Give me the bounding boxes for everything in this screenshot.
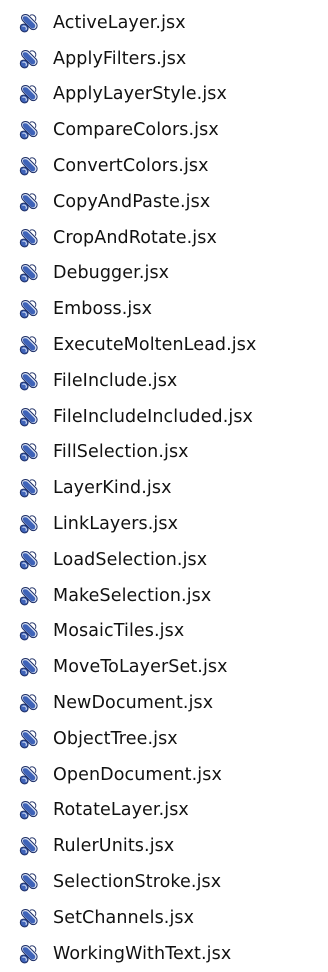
file-list-item[interactable]: MosaicTiles.jsx <box>0 614 328 650</box>
file-name-label: Emboss.jsx <box>53 299 153 320</box>
file-name-label: SelectionStroke.jsx <box>53 872 222 893</box>
script-scroll-icon <box>18 298 40 320</box>
file-name-label: RotateLayer.jsx <box>53 800 189 821</box>
file-list-item[interactable]: ExecuteMoltenLead.jsx <box>0 327 328 363</box>
script-scroll-icon <box>18 585 40 607</box>
script-scroll-icon <box>18 12 40 34</box>
file-name-label: NewDocument.jsx <box>53 693 214 714</box>
file-list-item[interactable]: LayerKind.jsx <box>0 470 328 506</box>
file-list-item[interactable]: ApplyFilters.jsx <box>0 41 328 77</box>
script-scroll-icon <box>18 370 40 392</box>
file-name-label: CropAndRotate.jsx <box>53 227 217 248</box>
file-list-item[interactable]: RotateLayer.jsx <box>0 793 328 829</box>
script-scroll-icon <box>18 191 40 213</box>
file-list-item[interactable]: Debugger.jsx <box>0 256 328 292</box>
script-scroll-icon <box>18 334 40 356</box>
file-list-item[interactable]: ConvertColors.jsx <box>0 148 328 184</box>
script-scroll-icon <box>18 728 40 750</box>
file-list-item[interactable]: ObjectTree.jsx <box>0 721 328 757</box>
script-scroll-icon <box>18 227 40 249</box>
file-name-label: CompareColors.jsx <box>53 120 219 141</box>
file-list-item[interactable]: SetChannels.jsx <box>0 900 328 936</box>
script-scroll-icon <box>18 549 40 571</box>
file-list-item[interactable]: LinkLayers.jsx <box>0 506 328 542</box>
script-scroll-icon <box>18 119 40 141</box>
script-scroll-icon <box>18 692 40 714</box>
file-name-label: ApplyLayerStyle.jsx <box>53 84 227 105</box>
file-name-label: MoveToLayerSet.jsx <box>53 657 228 678</box>
file-name-label: LinkLayers.jsx <box>53 514 179 535</box>
script-scroll-icon <box>18 406 40 428</box>
file-name-label: CopyAndPaste.jsx <box>53 191 211 212</box>
script-scroll-icon <box>18 943 40 965</box>
file-list-item[interactable]: ApplyLayerStyle.jsx <box>0 77 328 113</box>
file-list-item[interactable]: OpenDocument.jsx <box>0 757 328 793</box>
script-scroll-icon <box>18 799 40 821</box>
file-name-label: ApplyFilters.jsx <box>53 48 187 69</box>
file-list-item[interactable]: NewDocument.jsx <box>0 685 328 721</box>
file-list-item[interactable]: RulerUnits.jsx <box>0 828 328 864</box>
file-list-item[interactable]: FillSelection.jsx <box>0 435 328 471</box>
script-scroll-icon <box>18 441 40 463</box>
file-name-label: ConvertColors.jsx <box>53 156 209 177</box>
file-list-item[interactable]: CompareColors.jsx <box>0 112 328 148</box>
file-list-item[interactable]: CropAndRotate.jsx <box>0 220 328 256</box>
file-list-item[interactable]: CopyAndPaste.jsx <box>0 184 328 220</box>
file-list-item[interactable]: FileInclude.jsx <box>0 363 328 399</box>
file-list-item[interactable]: ActiveLayer.jsx <box>0 5 328 41</box>
file-list-item[interactable]: MakeSelection.jsx <box>0 578 328 614</box>
script-scroll-icon <box>18 513 40 535</box>
file-list-item[interactable]: WorkingWithText.jsx <box>0 936 328 972</box>
file-name-label: SetChannels.jsx <box>53 907 195 928</box>
file-list-item[interactable]: MoveToLayerSet.jsx <box>0 649 328 685</box>
file-name-label: FileIncludeIncluded.jsx <box>53 406 253 427</box>
file-list: ActiveLayer.jsx ApplyFilters.jsx ApplyLa… <box>0 5 328 972</box>
file-name-label: FillSelection.jsx <box>53 442 189 463</box>
file-name-label: OpenDocument.jsx <box>53 764 222 785</box>
script-scroll-icon <box>18 656 40 678</box>
script-scroll-icon <box>18 620 40 642</box>
script-scroll-icon <box>18 871 40 893</box>
script-scroll-icon <box>18 477 40 499</box>
script-scroll-icon <box>18 83 40 105</box>
file-list-item[interactable]: FileIncludeIncluded.jsx <box>0 399 328 435</box>
file-name-label: LayerKind.jsx <box>53 478 172 499</box>
file-name-label: RulerUnits.jsx <box>53 836 175 857</box>
file-list-item[interactable]: Emboss.jsx <box>0 291 328 327</box>
file-list-item[interactable]: LoadSelection.jsx <box>0 542 328 578</box>
file-name-label: MosaicTiles.jsx <box>53 621 185 642</box>
file-name-label: LoadSelection.jsx <box>53 549 208 570</box>
file-name-label: ExecuteMoltenLead.jsx <box>53 335 257 356</box>
script-scroll-icon <box>18 835 40 857</box>
file-name-label: WorkingWithText.jsx <box>53 943 232 964</box>
file-name-label: ObjectTree.jsx <box>53 728 178 749</box>
file-name-label: ActiveLayer.jsx <box>53 12 186 33</box>
file-name-label: MakeSelection.jsx <box>53 585 212 606</box>
file-name-label: FileInclude.jsx <box>53 370 178 391</box>
file-list-item[interactable]: SelectionStroke.jsx <box>0 864 328 900</box>
file-name-label: Debugger.jsx <box>53 263 170 284</box>
script-scroll-icon <box>18 155 40 177</box>
script-scroll-icon <box>18 764 40 786</box>
script-scroll-icon <box>18 48 40 70</box>
script-scroll-icon <box>18 907 40 929</box>
script-scroll-icon <box>18 262 40 284</box>
